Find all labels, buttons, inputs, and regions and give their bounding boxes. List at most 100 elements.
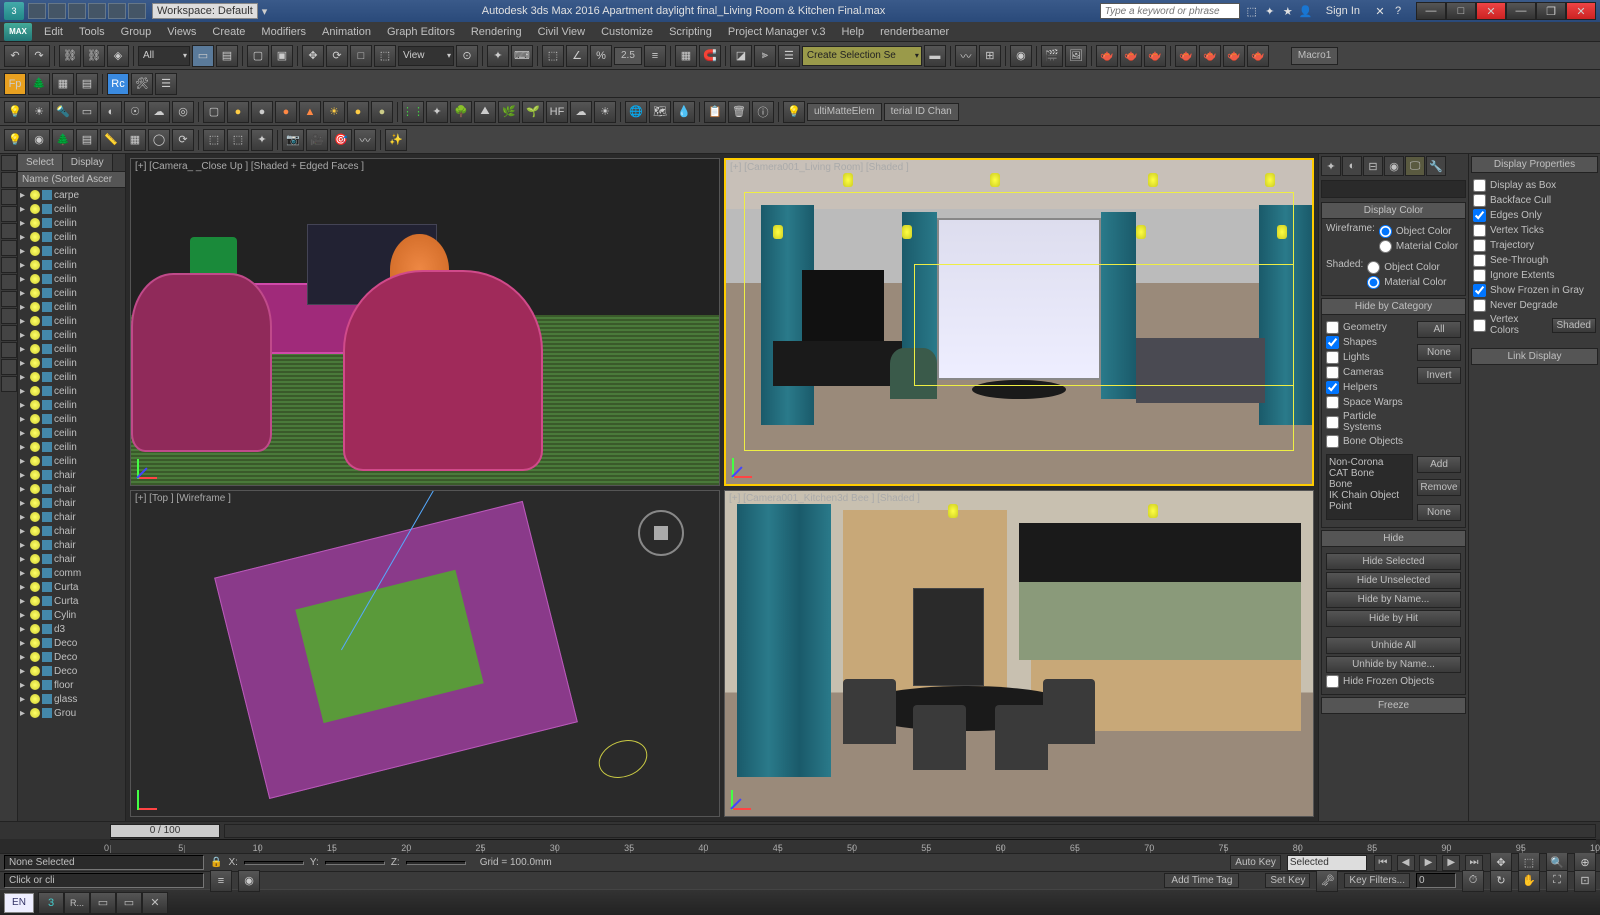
color-swatch[interactable] <box>1321 180 1466 198</box>
scene-list[interactable]: ▸carpe▸ceilin▸ceilin▸ceilin▸ceilin▸ceili… <box>18 188 125 821</box>
filter-icon[interactable] <box>1 291 17 307</box>
multi-matte-label[interactable]: ultiMatteElem <box>807 103 882 121</box>
freeze-icon[interactable] <box>42 568 52 578</box>
scene-item[interactable]: ▸ceilin <box>18 412 125 426</box>
rc-icon[interactable]: Rc <box>107 73 129 95</box>
display-prop-checkbox[interactable] <box>1473 254 1486 267</box>
scene-item[interactable]: ▸ceilin <box>18 286 125 300</box>
menu-group[interactable]: Group <box>113 24 160 40</box>
teapot3-icon[interactable]: 🫖 <box>1223 45 1245 67</box>
scene-item[interactable]: ▸Deco <box>18 664 125 678</box>
grid2-icon[interactable]: ▦ <box>124 129 146 151</box>
freeze-icon[interactable] <box>42 456 52 466</box>
wireframe-object-color-radio[interactable] <box>1379 225 1392 238</box>
selection-filter-dropdown[interactable]: All <box>138 46 190 66</box>
resource-icon[interactable]: ⬚ <box>1244 3 1260 19</box>
taskbar-app-close-icon[interactable]: ✕ <box>142 892 168 914</box>
menu-customize[interactable]: Customize <box>593 24 661 40</box>
wand-icon[interactable]: ✨ <box>385 129 407 151</box>
scene-item[interactable]: ▸ceilin <box>18 440 125 454</box>
filter-icon[interactable] <box>1 308 17 324</box>
category-checkbox[interactable] <box>1326 351 1339 364</box>
freeze-icon[interactable] <box>42 190 52 200</box>
nav-icon[interactable]: ✋ <box>1518 870 1540 892</box>
link-icon[interactable]: ⛓ <box>59 45 81 67</box>
scene-item[interactable]: ▸ceilin <box>18 454 125 468</box>
nav-icon[interactable]: ⊡ <box>1574 870 1596 892</box>
scene-item[interactable]: ▸d3 <box>18 622 125 636</box>
filter-icon[interactable] <box>1 189 17 205</box>
menu-civil-view[interactable]: Civil View <box>530 24 593 40</box>
taskbar-app-window-icon[interactable]: ▭ <box>116 892 142 914</box>
scene-item[interactable]: ▸Grou <box>18 706 125 720</box>
workspace-selector[interactable]: Workspace: Default ▾ <box>152 3 267 19</box>
auto-key-button[interactable]: Auto Key <box>1230 855 1281 870</box>
freeze-icon[interactable] <box>42 512 52 522</box>
set-key-button[interactable]: Set Key <box>1265 873 1310 888</box>
layers-icon[interactable]: ☰ <box>778 45 800 67</box>
shaded-material-color-radio[interactable] <box>1367 276 1380 289</box>
visibility-bulb-icon[interactable] <box>30 484 40 494</box>
scene-item[interactable]: ▸glass <box>18 692 125 706</box>
frame-input[interactable]: 0 <box>1416 873 1456 888</box>
visibility-bulb-icon[interactable] <box>30 302 40 312</box>
box-icon[interactable]: ▢ <box>203 101 225 123</box>
visibility-bulb-icon[interactable] <box>30 190 40 200</box>
taskbar-app-window-icon[interactable]: ▭ <box>90 892 116 914</box>
category-checkbox[interactable] <box>1326 321 1339 334</box>
freeze-icon[interactable] <box>42 484 52 494</box>
scene-item[interactable]: ▸chair <box>18 496 125 510</box>
viewport-label[interactable]: [+] [Camera001_Living Room] [Shaded ] <box>730 162 909 173</box>
list-item[interactable]: Point <box>1329 501 1410 512</box>
time-ruler[interactable]: 0510152025303540455055606570758085909510… <box>110 839 1596 853</box>
viewport-label[interactable]: [+] [Top ] [Wireframe ] <box>135 493 231 504</box>
filter-icon[interactable] <box>1 325 17 341</box>
display-prop-checkbox[interactable] <box>1473 269 1486 282</box>
menu-animation[interactable]: Animation <box>314 24 379 40</box>
freeze-icon[interactable] <box>42 302 52 312</box>
viewport-top-right[interactable]: [+] [Camera001_Living Room] [Shaded ] <box>724 158 1314 486</box>
macro-label[interactable]: Macro1 <box>1291 47 1338 65</box>
render-active-icon[interactable]: 🫖 <box>1144 45 1166 67</box>
select-name-icon[interactable]: ▤ <box>216 45 238 67</box>
visibility-bulb-icon[interactable] <box>30 400 40 410</box>
visibility-bulb-icon[interactable] <box>30 204 40 214</box>
freeze-icon[interactable] <box>42 624 52 634</box>
goto-start-icon[interactable]: ⏮ <box>1374 855 1392 871</box>
restore-button[interactable]: ❐ <box>1536 2 1566 20</box>
x-coord-input[interactable] <box>244 861 304 865</box>
freeze-icon[interactable] <box>42 260 52 270</box>
align-icon[interactable]: ⫸ <box>754 45 776 67</box>
exchange-icon[interactable]: ✕ <box>1372 3 1388 19</box>
scene-item[interactable]: ▸chair <box>18 510 125 524</box>
tools-icon[interactable]: 🛠 <box>131 73 153 95</box>
menu-renderbeamer[interactable]: renderbeamer <box>872 24 957 40</box>
list-item[interactable]: CAT Bone <box>1329 468 1410 479</box>
ies-icon[interactable]: ◎ <box>172 101 194 123</box>
y-coord-input[interactable] <box>325 861 385 865</box>
freeze-icon[interactable] <box>42 274 52 284</box>
application-menu-button[interactable]: MAX <box>4 23 32 41</box>
save-file-icon[interactable] <box>68 3 86 19</box>
visibility-bulb-icon[interactable] <box>30 666 40 676</box>
maximize-button[interactable]: □ <box>1446 2 1476 20</box>
visibility-bulb-icon[interactable] <box>30 288 40 298</box>
close-button[interactable]: ✕ <box>1476 2 1506 20</box>
spinner-snap-icon[interactable]: ≡ <box>644 45 666 67</box>
visibility-bulb-icon[interactable] <box>30 638 40 648</box>
utilities-tab-icon[interactable]: 🔧 <box>1426 156 1446 176</box>
curve-editor-icon[interactable]: 〰 <box>955 45 977 67</box>
snap-toggle-icon[interactable]: ⬚ <box>542 45 564 67</box>
list-item[interactable]: Bone <box>1329 479 1410 490</box>
area-icon[interactable]: ▭ <box>76 101 98 123</box>
droplet-icon[interactable]: 💧 <box>673 101 695 123</box>
render-prod-icon[interactable]: 🫖 <box>1096 45 1118 67</box>
rollout-hide[interactable]: Hide <box>1321 530 1466 547</box>
visibility-bulb-icon[interactable] <box>30 512 40 522</box>
hierarchy-tab-icon[interactable]: ⊟ <box>1363 156 1383 176</box>
named-sel-icon[interactable]: ▦ <box>675 45 697 67</box>
mirror-icon[interactable]: ◪ <box>730 45 752 67</box>
lock-icon[interactable]: 🔒 <box>210 857 222 868</box>
cloud-icon[interactable]: ☁ <box>570 101 592 123</box>
scene-item[interactable]: ▸ceilin <box>18 300 125 314</box>
